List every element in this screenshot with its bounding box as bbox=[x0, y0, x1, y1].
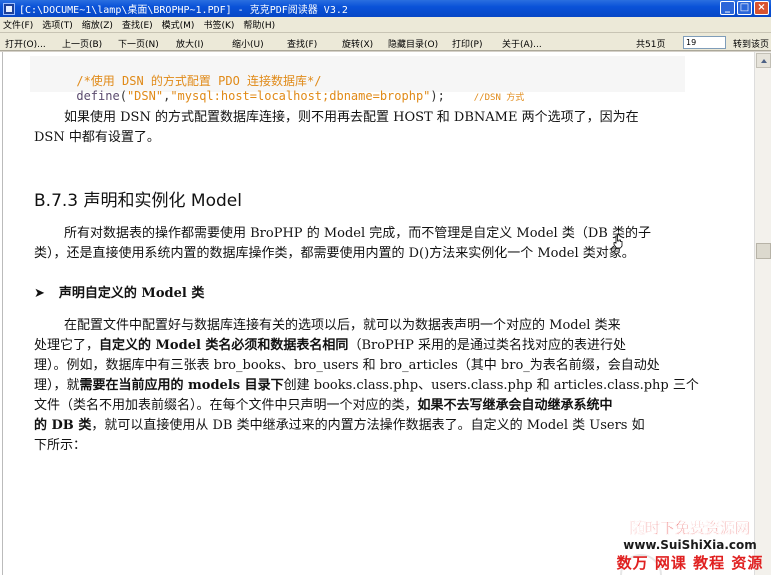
document-viewport[interactable]: /*使用 DSN 的方式配置 PDO 连接数据库*/ define("DSN",… bbox=[0, 52, 754, 575]
section-heading: B.7.3 声明和实例化 Model bbox=[34, 191, 242, 211]
code-inline-comment: //DSN 方式 bbox=[473, 93, 525, 103]
text-run: 文件（类名不用加表前缀名）。在每个文件中只声明一个对应的类， bbox=[34, 398, 418, 413]
zoom-in-button[interactable]: 放大(I) bbox=[176, 37, 204, 50]
text-run-bold: 的 DB 类 bbox=[34, 418, 92, 433]
maximize-button[interactable]: □ bbox=[737, 1, 752, 15]
code-string-dsn: "DSN" bbox=[126, 89, 164, 103]
open-button[interactable]: 打开(O)... bbox=[5, 37, 46, 50]
hand-cursor-icon bbox=[613, 235, 623, 249]
paragraph-model-intro: 所有对数据表的操作都需要使用 BroPHP 的 Model 完成，而不管理是自定… bbox=[34, 224, 704, 264]
menu-file[interactable]: 文件(F) bbox=[3, 18, 33, 31]
code-block: /*使用 DSN 的方式配置 PDO 连接数据库*/ define("DSN",… bbox=[30, 56, 685, 103]
vertical-scrollbar[interactable] bbox=[754, 52, 771, 575]
menu-find[interactable]: 查找(E) bbox=[122, 18, 153, 31]
app-icon bbox=[3, 2, 15, 15]
text-run: ，就可以直接使用从 DB 类中继承过来的内置方法操作数据表了。自定义的 Mode… bbox=[91, 418, 645, 433]
find-button[interactable]: 查找(F) bbox=[287, 37, 317, 50]
text-line: 在配置文件中配置好与数据库连接有关的选项以后，就可以为数据表声明一个对应的 Mo… bbox=[64, 318, 621, 333]
text-run: （BroPHP 采用的是通过类名找对应的表进行处 bbox=[348, 338, 626, 353]
text-line: 如果使用 DSN 的方式配置数据库连接，则不用再去配置 HOST 和 DBNAM… bbox=[64, 110, 639, 125]
menu-help[interactable]: 帮助(H) bbox=[243, 18, 275, 31]
page-number-input[interactable] bbox=[683, 36, 726, 49]
scroll-thumb[interactable] bbox=[756, 243, 771, 259]
subheading-text: 声明自定义的 Model 类 bbox=[58, 286, 205, 301]
text-run: 创建 books.class.php、users.class.php 和 art… bbox=[283, 378, 699, 393]
code-string-value: "mysql:host=localhost;dbname=brophp" bbox=[170, 89, 431, 103]
close-button[interactable]: × bbox=[754, 1, 769, 15]
print-button[interactable]: 打印(P) bbox=[452, 37, 482, 50]
watermark-url: www.SuiShiXia.com bbox=[623, 538, 757, 552]
menu-bookmarks[interactable]: 书签(K) bbox=[203, 18, 234, 31]
prev-page-button[interactable]: 上一页(B) bbox=[62, 37, 102, 50]
menu-options[interactable]: 选项(T) bbox=[42, 18, 73, 31]
next-page-button[interactable]: 下一页(N) bbox=[118, 37, 159, 50]
watermark-line3: 数万 网课 教程 资源 bbox=[616, 554, 764, 572]
page-count: 共51页 bbox=[636, 40, 666, 50]
text-line: 理），就需要在当前应用的 models 目录下创建 books.class.ph… bbox=[34, 376, 704, 396]
text-run-bold: 需要在当前应用的 models 目录下 bbox=[79, 378, 284, 393]
minimize-button[interactable]: _ bbox=[720, 1, 735, 15]
text-run-bold: 自定义的 Model 类名必须和数据表名相同 bbox=[99, 338, 349, 353]
about-button[interactable]: 关于(A)... bbox=[502, 37, 542, 50]
menu-mode[interactable]: 模式(M) bbox=[162, 18, 195, 31]
text-line: 下所示： bbox=[34, 438, 87, 453]
text-line: 的 DB 类，就可以直接使用从 DB 类中继承过来的内置方法操作数据表了。自定义… bbox=[34, 416, 704, 436]
paragraph-custom-model: 在配置文件中配置好与数据库连接有关的选项以后，就可以为数据表声明一个对应的 Mo… bbox=[34, 316, 704, 456]
text-run: 处理它了， bbox=[34, 338, 100, 353]
text-line: DSN 中都有设置了。 bbox=[34, 130, 160, 145]
code-paren-close: ); bbox=[430, 89, 445, 103]
watermark: 随时下免费资源网 www.SuiShiXia.com 数万 网课 教程 资源 bbox=[610, 517, 770, 573]
paragraph-dsn: 如果使用 DSN 的方式配置数据库连接，则不用再去配置 HOST 和 DBNAM… bbox=[34, 108, 704, 148]
page-edge bbox=[2, 52, 3, 575]
text-run-bold: 如果不去写继承会自动继承系统中 bbox=[417, 398, 613, 413]
text-line: 文件（类名不用加表前缀名）。在每个文件中只声明一个对应的类，如果不去写继承会自动… bbox=[34, 396, 704, 416]
menu-zoom[interactable]: 缩放(Z) bbox=[82, 18, 113, 31]
title-bar: [C:\DOCUME~1\lamp\桌面\BROPHP~1.PDF] - 克克P… bbox=[0, 0, 771, 17]
window-controls: _ □ × bbox=[720, 1, 769, 15]
text-line: 理）。例如，数据库中有三张表 bro_books、bro_users 和 bro… bbox=[34, 358, 660, 373]
watermark-line1: 随时下免费资源网 bbox=[629, 519, 750, 537]
text-run: 理），就 bbox=[34, 378, 80, 393]
code-keyword: define bbox=[76, 89, 120, 103]
goto-page-button[interactable]: 转到该页 bbox=[733, 37, 769, 50]
zoom-out-button[interactable]: 缩小(U) bbox=[232, 37, 264, 50]
menu-bar: 文件(F) 选项(T) 缩放(Z) 查找(E) 模式(M) 书签(K) 帮助(H… bbox=[0, 17, 771, 33]
toggle-toc-button[interactable]: 隐藏目录(O) bbox=[388, 37, 438, 50]
window-title: [C:\DOCUME~1\lamp\桌面\BROPHP~1.PDF] - 克克P… bbox=[19, 5, 348, 16]
text-line: 所有对数据表的操作都需要使用 BroPHP 的 Model 完成，而不管理是自定… bbox=[64, 226, 651, 241]
text-line: 处理它了，自定义的 Model 类名必须和数据表名相同（BroPHP 采用的是通… bbox=[34, 336, 704, 356]
text-line: 类），还是直接使用系统内置的数据库操作类，都需要使用内置的 D()方法来实例化一… bbox=[34, 246, 635, 261]
subheading: ➤ 声明自定义的 Model 类 bbox=[34, 282, 204, 301]
scroll-up-icon[interactable] bbox=[756, 53, 771, 68]
code-paren-open: ( bbox=[119, 89, 127, 103]
arrow-bullet-icon: ➤ bbox=[34, 286, 45, 301]
rotate-button[interactable]: 旋转(X) bbox=[342, 37, 373, 50]
